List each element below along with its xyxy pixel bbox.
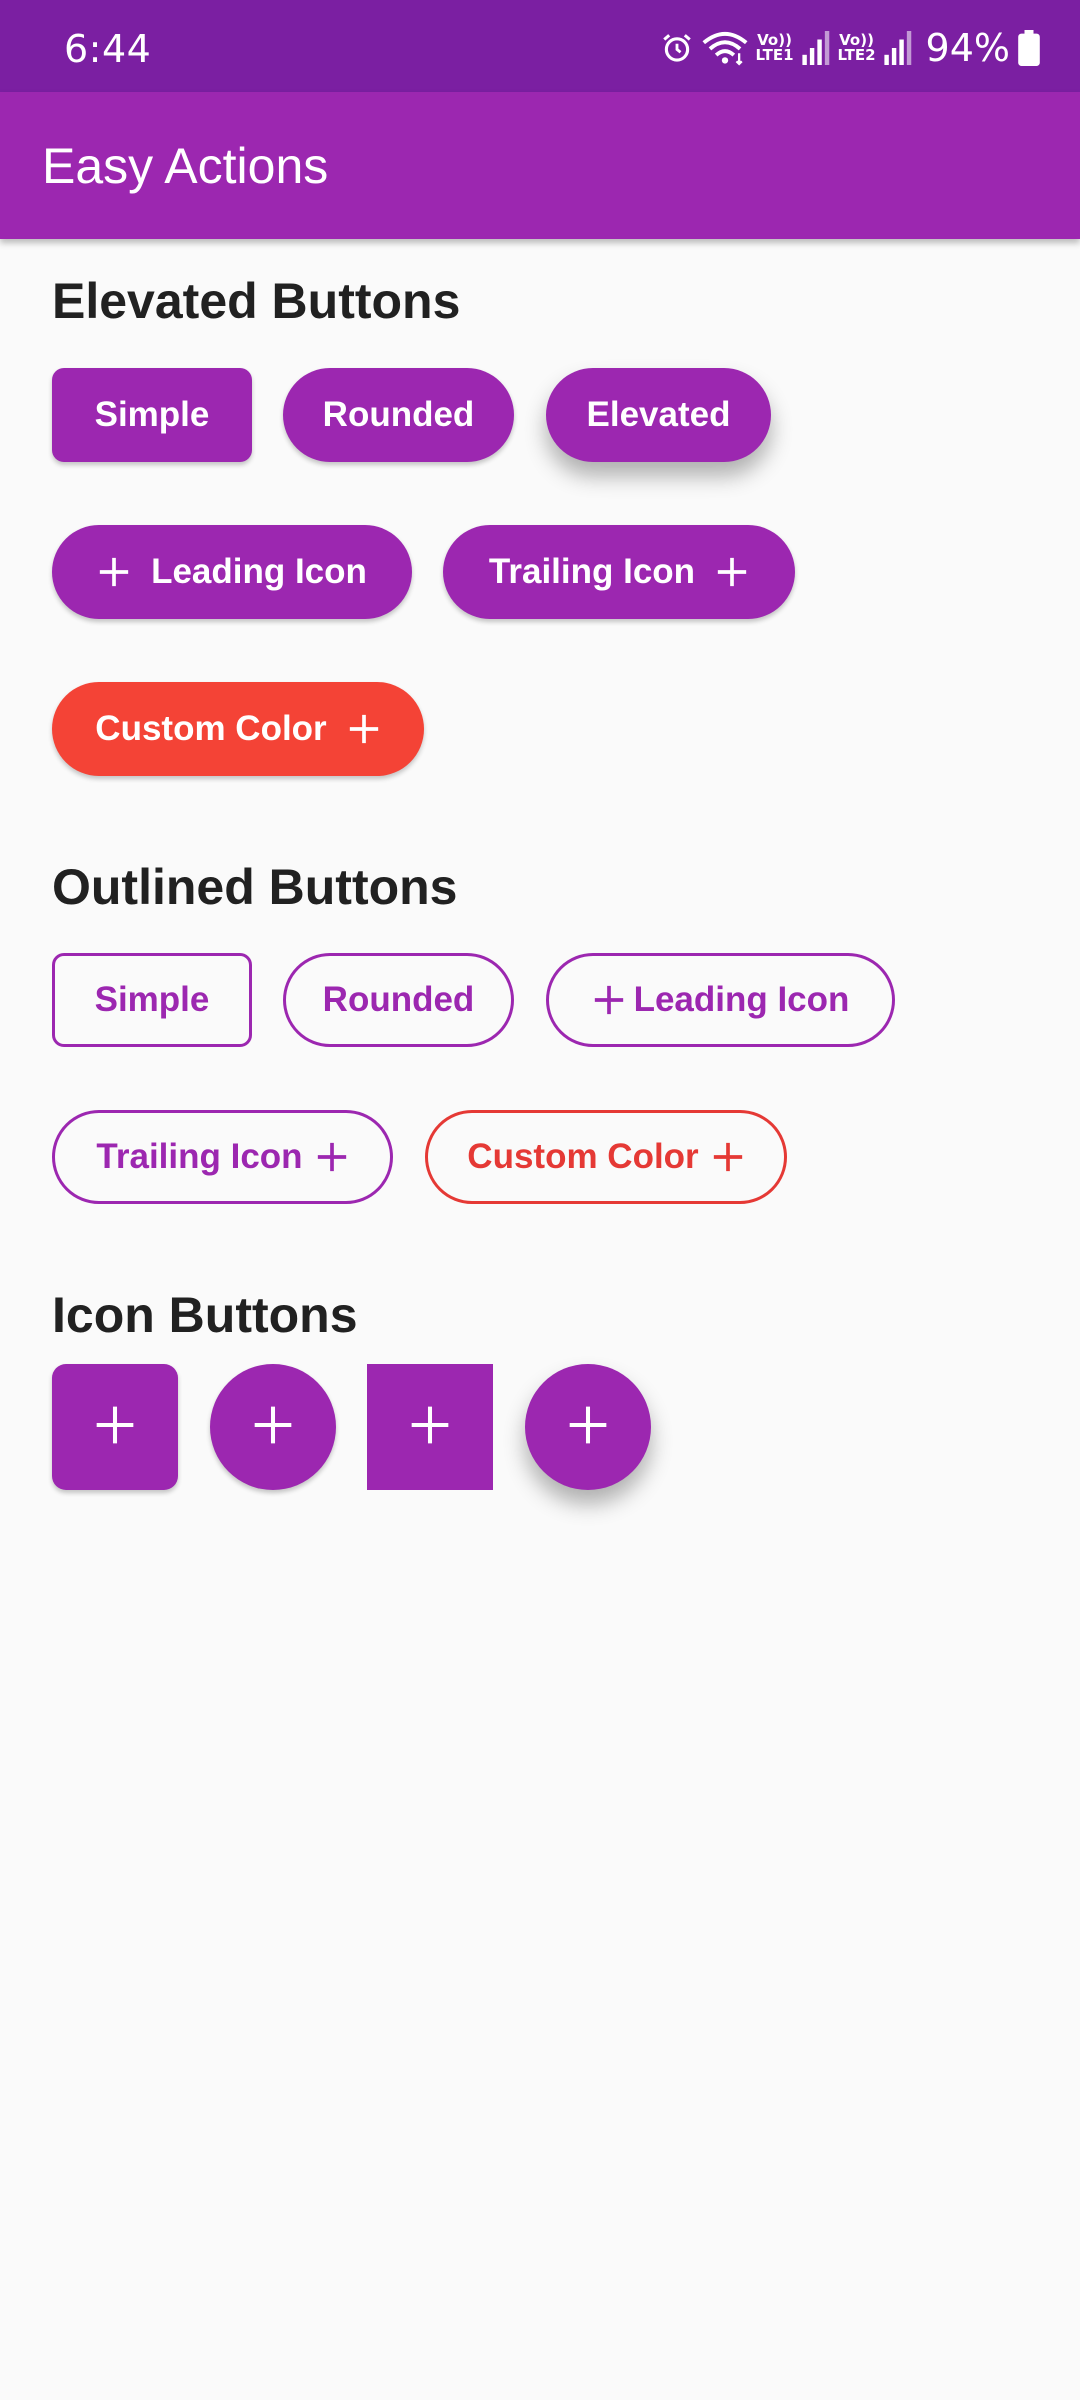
add-icon — [566, 1403, 610, 1452]
elevated-trailing-icon-button[interactable]: Trailing Icon — [443, 525, 795, 619]
battery-icon — [1018, 30, 1040, 66]
outlined-custom-color-button[interactable]: Custom Color — [425, 1110, 787, 1204]
add-icon — [347, 712, 381, 746]
button-label: Custom Color — [467, 1137, 699, 1176]
button-label: Leading Icon — [151, 552, 367, 591]
status-icons: Vo)) LTE1 Vo)) LTE2 94% — [660, 26, 1040, 70]
add-icon — [97, 555, 131, 589]
wifi-icon — [702, 30, 748, 66]
sim1-label-bottom: LTE1 — [755, 46, 794, 64]
app-title: Easy Actions — [42, 138, 329, 194]
battery-percent: 94% — [925, 26, 1010, 70]
signal-icon — [883, 31, 912, 65]
icon-button-circle[interactable] — [210, 1364, 336, 1490]
button-label: Simple — [94, 395, 210, 434]
alarm-icon — [660, 31, 694, 65]
status-time: 6:44 — [64, 27, 152, 71]
icon-button-elevated-circle[interactable] — [525, 1364, 651, 1490]
section-title-outlined: Outlined Buttons — [52, 859, 458, 915]
section-title-elevated: Elevated Buttons — [52, 273, 461, 329]
add-icon — [315, 1140, 349, 1174]
button-label: Leading Icon — [633, 980, 850, 1019]
button-label: Trailing Icon — [488, 552, 696, 591]
button-label: Elevated — [586, 395, 731, 434]
app-bar: Easy Actions — [0, 92, 1080, 239]
section-title-icon: Icon Buttons — [52, 1287, 358, 1343]
elevated-leading-icon-button[interactable]: Leading Icon — [52, 525, 412, 619]
elevated-rounded-button[interactable]: Rounded — [283, 368, 514, 462]
outlined-rounded-button[interactable]: Rounded — [283, 953, 514, 1047]
button-label: Rounded — [322, 980, 475, 1019]
add-icon — [715, 555, 749, 589]
add-icon — [251, 1403, 295, 1452]
icon-button-rounded-square[interactable] — [52, 1364, 178, 1490]
add-icon — [93, 1403, 137, 1452]
status-bar: 6:44 Vo)) LTE1 Vo)) LTE2 94% — [0, 0, 1080, 92]
button-label: Custom Color — [95, 709, 327, 748]
elevated-custom-color-button[interactable]: Custom Color — [52, 682, 424, 776]
sim2-label: Vo)) LTE2 — [838, 33, 876, 63]
sim1-label: Vo)) LTE1 — [756, 33, 794, 63]
add-icon — [408, 1403, 452, 1452]
elevated-elevated-button[interactable]: Elevated — [546, 368, 771, 462]
outlined-leading-icon-button[interactable]: Leading Icon — [546, 953, 895, 1047]
icon-button-square[interactable] — [367, 1364, 493, 1490]
outlined-simple-button[interactable]: Simple — [52, 953, 252, 1047]
signal-icon — [801, 31, 830, 65]
add-icon — [711, 1140, 745, 1174]
button-label: Simple — [94, 980, 210, 1019]
button-label: Rounded — [322, 395, 475, 434]
button-label: Trailing Icon — [96, 1137, 303, 1176]
add-icon — [592, 983, 626, 1017]
elevated-simple-button[interactable]: Simple — [52, 368, 252, 462]
sim2-label-bottom: LTE2 — [837, 46, 876, 64]
outlined-trailing-icon-button[interactable]: Trailing Icon — [52, 1110, 393, 1204]
